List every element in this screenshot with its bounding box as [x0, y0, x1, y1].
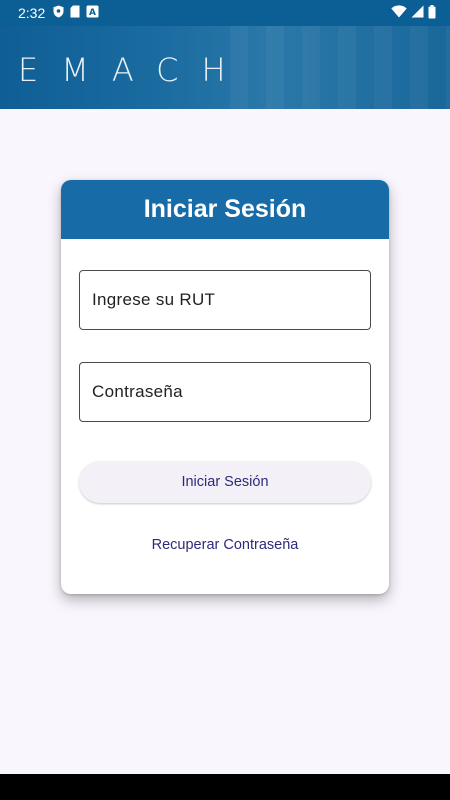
login-title: Iniciar Sesión: [143, 195, 307, 223]
sd-card-icon: [70, 5, 80, 21]
rut-input[interactable]: [92, 290, 370, 310]
password-field[interactable]: [79, 362, 371, 422]
wifi-icon: [391, 5, 407, 21]
emach-logo: EMACH: [18, 50, 249, 90]
status-bar: 2:32 A: [0, 0, 450, 26]
recover-password-link[interactable]: Recuperar Contraseña: [61, 537, 389, 553]
system-navigation-bar: [0, 774, 450, 800]
login-card-header: Iniciar Sesión: [61, 180, 389, 239]
rut-field[interactable]: [79, 270, 371, 330]
shield-icon: [53, 5, 64, 21]
signal-icon: [411, 5, 424, 21]
battery-icon: [428, 4, 436, 22]
status-time: 2:32: [18, 5, 46, 21]
login-button[interactable]: Iniciar Sesión: [79, 461, 371, 503]
a-box-icon: A: [86, 5, 99, 21]
svg-text:A: A: [89, 8, 96, 18]
login-card: Iniciar Sesión Iniciar Sesión Recuperar …: [61, 180, 389, 594]
password-input[interactable]: [92, 382, 370, 402]
logo-text: EMACH: [18, 51, 249, 89]
